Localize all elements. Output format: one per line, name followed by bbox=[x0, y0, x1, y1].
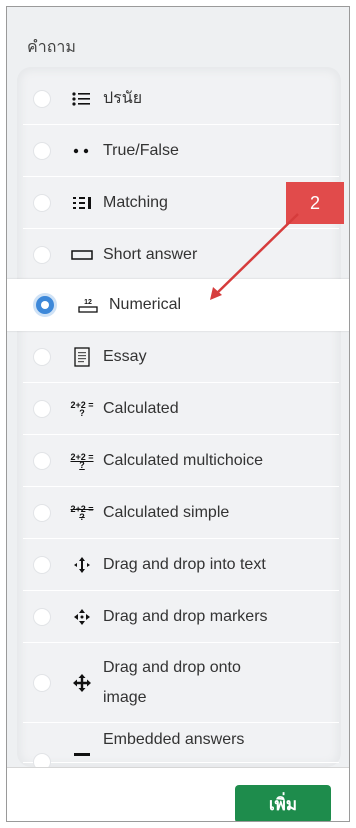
question-type-label: Calculated bbox=[103, 399, 179, 417]
add-button[interactable]: เพิ่ม bbox=[235, 785, 331, 821]
question-type-label: Calculated simple bbox=[103, 503, 230, 521]
question-type-label: ปรนัย bbox=[103, 89, 143, 107]
radio-button[interactable] bbox=[33, 555, 51, 574]
question-type-label: Essay bbox=[103, 347, 147, 365]
question-type-row-ddwtos[interactable]: Drag and drop into text bbox=[23, 539, 339, 591]
radio-button[interactable] bbox=[33, 451, 51, 470]
question-type-label: Short answer bbox=[103, 245, 198, 263]
drag-drop-image-icon bbox=[69, 673, 95, 693]
question-type-label: Drag and drop into text bbox=[103, 555, 266, 573]
question-type-row-ddmarker[interactable]: Drag and drop markers bbox=[23, 591, 339, 643]
calculated-multichoice-icon: 2+2 = ? bbox=[70, 451, 94, 470]
svg-text:12: 12 bbox=[84, 299, 92, 306]
question-type-label-line2: image bbox=[103, 688, 147, 706]
drag-drop-markers-icon bbox=[69, 607, 95, 627]
calculated-icon: 2+2 = ? bbox=[70, 399, 94, 418]
question-type-row-numerical[interactable]: 12 Numerical bbox=[7, 279, 349, 331]
question-type-label: Embedded answers bbox=[103, 731, 245, 748]
question-type-label: True/False bbox=[103, 141, 179, 159]
short-answer-box-icon bbox=[69, 249, 95, 260]
radio-button[interactable] bbox=[33, 347, 51, 366]
radio-button-selected[interactable] bbox=[33, 293, 57, 317]
radio-button[interactable] bbox=[33, 245, 51, 264]
radio-button[interactable] bbox=[33, 673, 51, 692]
radio-button[interactable] bbox=[33, 89, 51, 108]
question-type-row-multichoice[interactable]: ปรนัย bbox=[23, 73, 339, 125]
question-type-label: Numerical bbox=[109, 296, 182, 313]
question-type-label-wrap: Drag and drop onto image bbox=[95, 653, 241, 713]
question-type-row-calculated[interactable]: 2+2 = ? Calculated bbox=[23, 383, 339, 435]
panel-title: คำถาม bbox=[27, 39, 76, 56]
drag-drop-text-icon bbox=[69, 555, 95, 575]
question-type-row-calculatedmulti[interactable]: 2+2 = ? Calculated multichoice bbox=[23, 435, 339, 487]
multiple-choice-list-icon bbox=[69, 91, 95, 107]
question-type-label: Matching bbox=[103, 193, 168, 211]
question-type-label: Drag and drop markers bbox=[103, 607, 268, 625]
matching-icon bbox=[69, 195, 95, 211]
question-type-row-essay[interactable]: Essay bbox=[23, 331, 339, 383]
radio-button[interactable] bbox=[33, 607, 51, 626]
question-type-label: Calculated multichoice bbox=[103, 451, 264, 469]
embedded-answers-icon bbox=[69, 751, 95, 763]
annotation-step-badge: 2 bbox=[286, 182, 344, 224]
question-type-chooser-dialog: คำถาม ปรนัย True/False Matching Short an… bbox=[6, 6, 350, 822]
question-type-row-shortanswer[interactable]: Short answer bbox=[23, 229, 339, 281]
radio-button[interactable] bbox=[33, 141, 51, 160]
radio-button[interactable] bbox=[33, 193, 51, 212]
calculated-simple-icon: 2+2 = ? bbox=[70, 503, 94, 522]
question-type-row-ddimageortext[interactable]: Drag and drop onto image bbox=[23, 643, 339, 723]
question-type-label-line1: Drag and drop onto bbox=[103, 658, 241, 676]
numerical-icon: 12 bbox=[75, 297, 101, 313]
true-false-dots-icon bbox=[69, 147, 95, 155]
question-type-row-calculatedsimple[interactable]: 2+2 = ? Calculated simple bbox=[23, 487, 339, 539]
question-type-row-truefalse[interactable]: True/False bbox=[23, 125, 339, 177]
question-type-row-multianswer[interactable]: Embedded answers bbox=[23, 723, 339, 771]
radio-button[interactable] bbox=[33, 399, 51, 418]
dialog-footer: เพิ่ม bbox=[7, 767, 349, 821]
radio-button[interactable] bbox=[33, 503, 51, 522]
essay-document-icon bbox=[69, 346, 95, 367]
